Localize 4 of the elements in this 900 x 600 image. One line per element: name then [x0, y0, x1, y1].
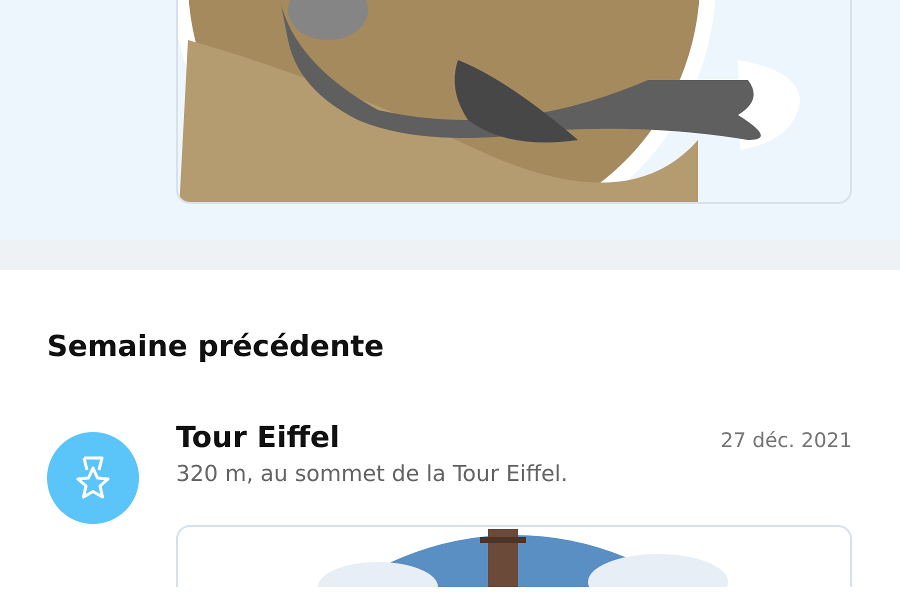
achievement-title: Tour Eiffel — [176, 420, 340, 454]
achievement-description: 320 m, au sommet de la Tour Eiffel. — [176, 462, 569, 487]
achievement-date: 27 déc. 2021 — [720, 428, 852, 452]
section-heading: Semaine précédente — [47, 328, 385, 364]
